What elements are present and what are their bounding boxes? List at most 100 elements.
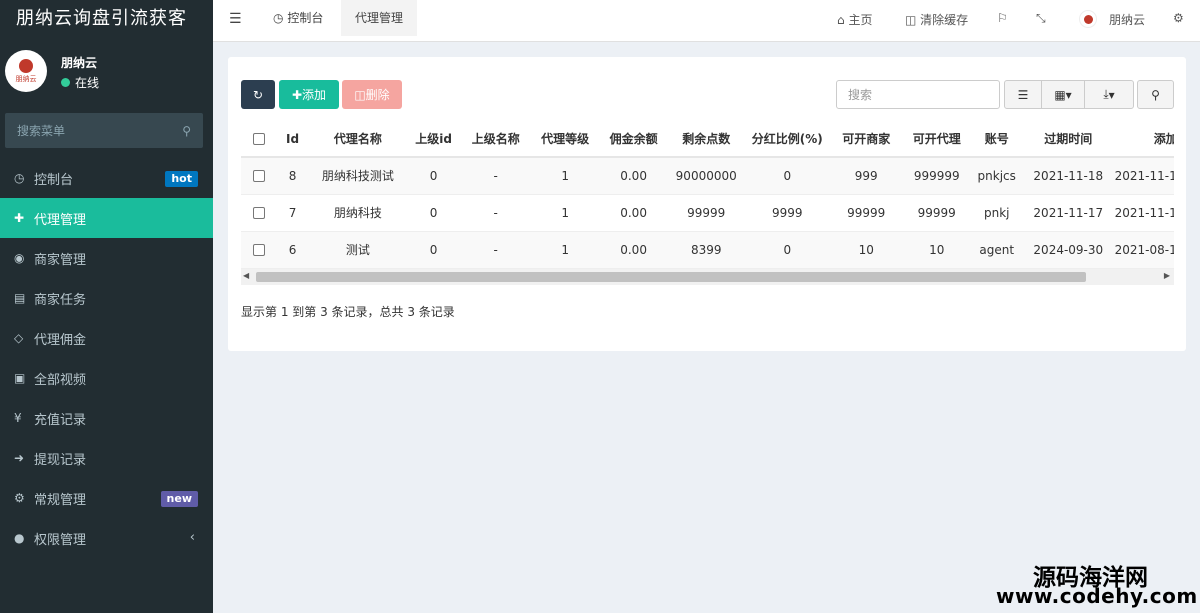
sidebar-item-label: 全部视频: [34, 372, 87, 388]
column-header[interactable]: 分红比例(%): [744, 121, 831, 158]
table-cell: 7: [276, 194, 309, 232]
column-header[interactable]: 添加时间: [1114, 121, 1174, 158]
file-video-icon: ▣: [14, 371, 26, 385]
column-header[interactable]: 代理名称: [308, 121, 408, 158]
sidebar-search: ⚲: [5, 113, 203, 148]
data-table-wrapper: Id 代理名称 上级id 上级名称 代理等级 佣金余额 剩余点数 分红比例(%)…: [241, 121, 1174, 277]
clear-cache-button[interactable]: ◫ 清除缓存: [905, 11, 968, 28]
table-cell: -: [459, 231, 532, 269]
refresh-icon: ↻: [252, 87, 264, 102]
sidebar-item-recharge-records[interactable]: ¥ 充值记录: [0, 398, 213, 438]
delete-button[interactable]: ◫ 删除: [342, 80, 402, 109]
table-cell: 8399: [668, 231, 745, 269]
column-header[interactable]: 可开代理: [902, 121, 972, 158]
logo-icon: [1083, 14, 1093, 24]
select-all-checkbox[interactable]: [241, 121, 277, 158]
logo-icon: [19, 58, 33, 73]
sidebar-item-merchant-management[interactable]: ◉ 商家管理: [0, 238, 213, 278]
menu-toggle-icon[interactable]: ☰: [229, 11, 242, 27]
table-cell: agent: [971, 231, 1022, 269]
table-cell: 0: [744, 231, 831, 269]
keyboard-icon: ▤: [14, 291, 26, 305]
sidebar-item-label: 代理佣金: [34, 332, 87, 348]
table-cell: 0: [407, 231, 460, 269]
table-cell: 0: [744, 157, 831, 195]
sidebar-item-label: 常规管理: [34, 492, 87, 508]
sidebar-item-permission-management[interactable]: ● 权限管理 ‹: [0, 518, 213, 558]
clear-cache-label: 清除缓存: [920, 13, 969, 27]
column-header[interactable]: 上级id: [407, 121, 460, 158]
table-cell: 朋纳科技: [308, 194, 408, 232]
brand-title[interactable]: 朋纳云询盘引流获客: [0, 0, 213, 40]
home-label: 主页: [848, 13, 873, 27]
sidebar-item-agent-management[interactable]: ✚ 代理管理: [0, 198, 213, 238]
table-cell: pnkjcs: [971, 157, 1022, 195]
table-cell: 999999: [902, 157, 972, 195]
language-icon[interactable]: ⚐: [997, 11, 1008, 25]
sidebar-item-withdraw-records[interactable]: ➜ 提现记录: [0, 438, 213, 478]
table-cell: 1: [531, 157, 599, 195]
table-cell: 2021-11-18 01:03:45: [1114, 157, 1174, 195]
settings-icon[interactable]: ⚙: [1173, 11, 1184, 25]
table-cell: 2021-08-10 15:38:20: [1114, 231, 1174, 269]
row-checkbox[interactable]: [241, 194, 277, 232]
user-name-nav[interactable]: 朋纳云: [1109, 11, 1145, 28]
sidebar-item-all-videos[interactable]: ▣ 全部视频: [0, 358, 213, 398]
scroll-left-icon[interactable]: ◀: [243, 271, 249, 280]
tab-label: 控制台: [287, 11, 324, 25]
table-cell: 999: [830, 157, 902, 195]
hot-badge: hot: [165, 171, 198, 187]
scrollbar-thumb[interactable]: [256, 272, 1086, 282]
sidebar-item-agent-commission[interactable]: ◇ 代理佣金: [0, 318, 213, 358]
table-cell: 0.00: [598, 231, 669, 269]
toggle-view-button[interactable]: ☰: [1004, 80, 1042, 109]
column-header[interactable]: 剩余点数: [668, 121, 745, 158]
table-cell: 测试: [308, 231, 408, 269]
tab-dashboard[interactable]: ◷ 控制台: [259, 0, 337, 36]
sidebar-item-label: 控制台: [34, 172, 74, 188]
columns-icon: ▦: [1054, 87, 1066, 102]
menu-search-input[interactable]: [5, 113, 203, 148]
table-cell: -: [459, 194, 532, 232]
columns-button[interactable]: ▦ ▾: [1041, 80, 1085, 109]
table-cell: 10: [830, 231, 902, 269]
fullscreen-icon[interactable]: ⤡: [1036, 11, 1046, 26]
table-cell: 0.00: [598, 157, 669, 195]
row-checkbox[interactable]: [241, 231, 277, 269]
export-button[interactable]: ⤓ ▾: [1084, 80, 1134, 109]
add-label: 添加: [302, 88, 327, 102]
sidebar-item-label: 商家任务: [34, 292, 87, 308]
home-link[interactable]: ⌂ 主页: [837, 11, 872, 28]
column-header[interactable]: 过期时间: [1021, 121, 1115, 158]
scroll-right-icon[interactable]: ▶: [1164, 271, 1170, 280]
sidebar-item-merchant-tasks[interactable]: ▤ 商家任务: [0, 278, 213, 318]
delete-label: 删除: [365, 88, 390, 102]
user-avatar[interactable]: [1079, 10, 1097, 28]
column-header[interactable]: Id: [276, 121, 309, 158]
tab-agent-management[interactable]: 代理管理: [341, 0, 418, 36]
home-icon: ⌂: [837, 13, 845, 27]
sidebar-item-general-management[interactable]: ⚙ 常规管理 new: [0, 478, 213, 518]
table-search-input[interactable]: [837, 81, 999, 108]
column-header[interactable]: 佣金余额: [598, 121, 669, 158]
sidebar-item-dashboard[interactable]: ◷ 控制台 hot: [0, 158, 213, 198]
table-row[interactable]: 6 测试 0 - 1 0.00 8399 0 10 10 agent 2024-…: [241, 231, 1174, 269]
add-button[interactable]: ✚ 添加: [279, 80, 339, 109]
sign-in-icon: ➜: [14, 451, 25, 465]
row-checkbox[interactable]: [241, 157, 277, 195]
search-icon[interactable]: ⚲: [182, 124, 191, 138]
sidebar-item-label: 权限管理: [34, 532, 87, 548]
advanced-search-button[interactable]: ⚲: [1137, 80, 1174, 109]
column-header[interactable]: 上级名称: [459, 121, 532, 158]
table-row[interactable]: 7 朋纳科技 0 - 1 0.00 99999 9999 99999 99999…: [241, 194, 1174, 232]
column-header[interactable]: 代理等级: [531, 121, 599, 158]
new-badge: new: [160, 491, 198, 507]
top-navbar: ☰ ◷ 控制台 代理管理 ⌂ 主页 ◫ 清除缓存 ⚐ ⤡ 朋纳云 ⚙: [213, 0, 1200, 42]
horizontal-scrollbar[interactable]: ◀ ▶: [241, 269, 1174, 285]
column-header[interactable]: 账号: [971, 121, 1022, 158]
column-header[interactable]: 可开商家: [830, 121, 902, 158]
table-row[interactable]: 8 朋纳科技测试 0 - 1 0.00 90000000 0 999 99999…: [241, 157, 1174, 195]
refresh-button[interactable]: ↻: [241, 80, 275, 109]
plus-icon: ✚: [291, 87, 303, 102]
yen-icon: ¥: [14, 411, 22, 425]
